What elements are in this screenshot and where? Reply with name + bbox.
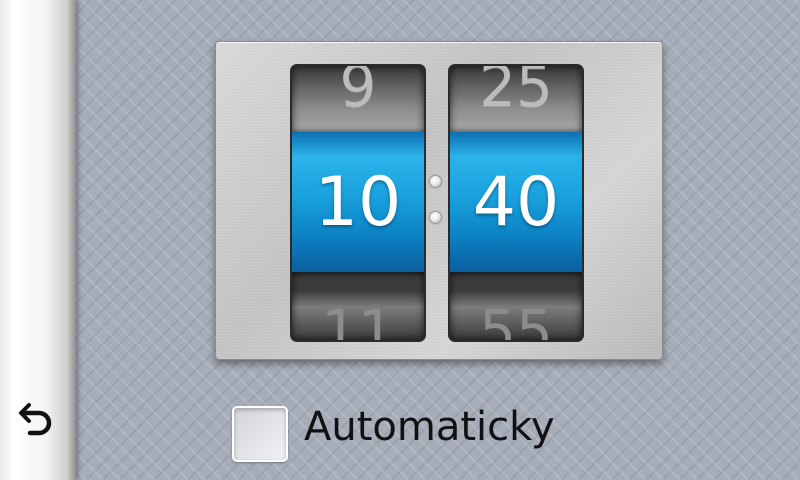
hours-previous[interactable]: 9 — [292, 66, 424, 114]
hours-value: 10 — [314, 162, 402, 242]
hours-wheel[interactable]: 9 10 11 — [290, 64, 426, 342]
hours-current[interactable]: 10 — [292, 132, 424, 272]
back-arrow-icon — [19, 403, 52, 436]
minutes-next[interactable]: 55 — [450, 296, 582, 340]
hours-next[interactable]: 11 — [292, 296, 424, 340]
separator-dot-top — [430, 176, 441, 187]
minutes-current[interactable]: 40 — [450, 132, 582, 272]
minutes-value: 40 — [472, 162, 560, 242]
time-separator — [430, 176, 442, 226]
automatic-checkbox[interactable] — [232, 406, 288, 462]
automatic-label[interactable]: Automaticky — [304, 404, 555, 450]
minutes-previous[interactable]: 25 — [450, 66, 582, 114]
separator-dot-bottom — [430, 212, 441, 223]
minutes-wheel[interactable]: 25 40 55 — [448, 64, 584, 342]
time-picker-panel: 9 10 11 25 40 55 — [215, 41, 663, 360]
sidebar — [0, 0, 76, 480]
back-button[interactable] — [14, 396, 62, 444]
